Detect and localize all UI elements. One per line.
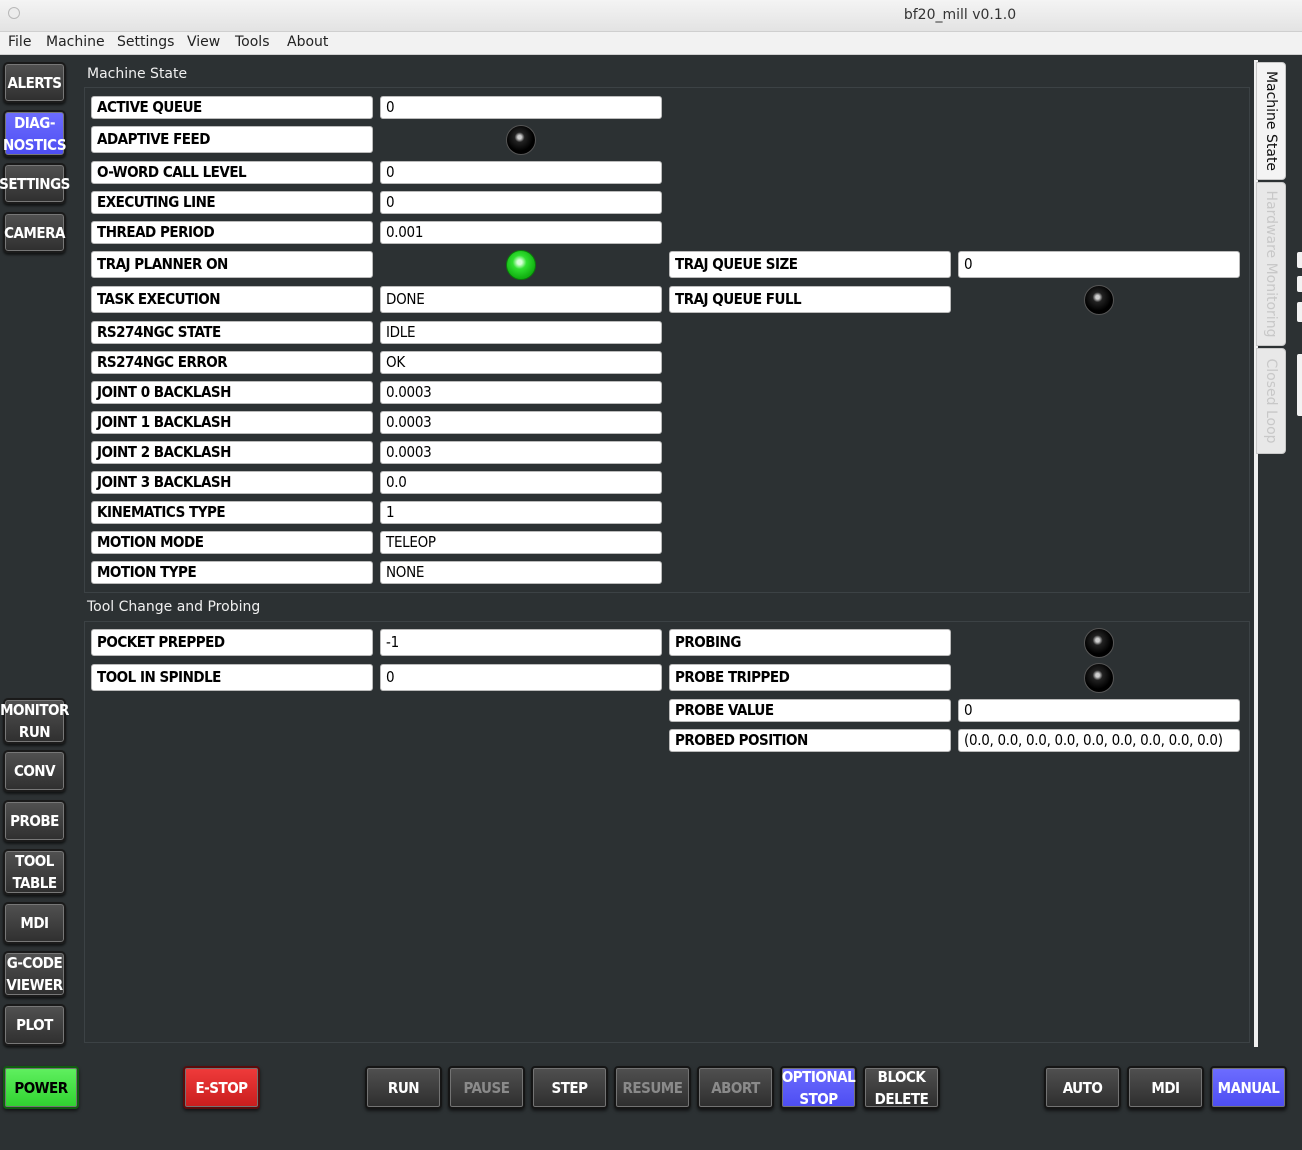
value-joint-0-backlash: 0.0003	[380, 381, 662, 404]
tab-hardware-monitoring[interactable]: Hardware Monitoring	[1256, 182, 1286, 346]
menu-view[interactable]: View	[187, 34, 220, 50]
scroll-edge	[1297, 354, 1302, 416]
label-joint-0-backlash: JOINT 0 BACKLASH	[91, 381, 373, 404]
scroll-edge	[1297, 276, 1302, 292]
tab-machine-state-label: Machine State	[1263, 70, 1279, 172]
scroll-edge	[1297, 302, 1302, 322]
value-joint-3-backlash: 0.0	[380, 471, 662, 494]
value-active-queue: 0	[380, 96, 662, 119]
label-joint-2-backlash: JOINT 2 BACKLASH	[91, 441, 373, 464]
menu-settings[interactable]: Settings	[117, 34, 174, 50]
tab-hardware-monitoring-label: Hardware Monitoring	[1263, 190, 1279, 338]
value-rs274ngc-error: OK	[380, 351, 662, 374]
block-delete-button[interactable]: BLOCK DELETE	[863, 1066, 940, 1109]
nav-g-code-viewer-button[interactable]: G-CODE VIEWER	[3, 951, 66, 997]
label-traj-queue-size: TRAJ QUEUE SIZE	[669, 251, 951, 278]
value-rs274ngc-state: IDLE	[380, 321, 662, 344]
mode-auto-button[interactable]: AUTO	[1044, 1066, 1121, 1109]
value-o-word-call-level: 0	[380, 161, 662, 184]
value-executing-line: 0	[380, 191, 662, 214]
value-motion-mode: TELEOP	[380, 531, 662, 554]
value-motion-type: NONE	[380, 561, 662, 584]
machine-state-title: Machine State	[87, 66, 188, 82]
tab-closed-loop-label: Closed Loop	[1263, 358, 1279, 444]
label-traj-queue-full: TRAJ QUEUE FULL	[669, 286, 951, 313]
abort-button: ABORT	[697, 1066, 774, 1109]
label-rs274ngc-error: RS274NGC ERROR	[91, 351, 373, 374]
value-thread-period: 0.001	[380, 221, 662, 244]
window-close-icon[interactable]	[8, 7, 20, 19]
power-button[interactable]: POWER	[3, 1066, 79, 1109]
nav-mdi-button[interactable]: MDI	[3, 902, 66, 944]
resume-button: RESUME	[614, 1066, 691, 1109]
mode-mdi-button[interactable]: MDI	[1127, 1066, 1204, 1109]
nav-settings-button[interactable]: SETTINGS	[0, 163, 70, 204]
label-joint-3-backlash: JOINT 3 BACKLASH	[91, 471, 373, 494]
label-motion-type: MOTION TYPE	[91, 561, 373, 584]
nav-alerts-button[interactable]: ALERTS	[3, 62, 66, 103]
nav-probe-button[interactable]: PROBE	[3, 800, 66, 842]
label-probed-position: PROBED POSITION	[669, 729, 951, 752]
run-button[interactable]: RUN	[365, 1066, 442, 1109]
value-probe-value: 0	[958, 699, 1240, 722]
menu-tools[interactable]: Tools	[235, 34, 270, 50]
menu-about[interactable]: About	[287, 34, 328, 50]
nav-camera-button[interactable]: CAMERA	[3, 212, 66, 253]
label-o-word-call-level: O-WORD CALL LEVEL	[91, 161, 373, 184]
nav-plot-button[interactable]: PLOT	[3, 1004, 66, 1046]
label-motion-mode: MOTION MODE	[91, 531, 373, 554]
label-pocket-prepped: POCKET PREPPED	[91, 629, 373, 656]
value-traj-queue-size: 0	[958, 251, 1240, 278]
value-tool-in-spindle: 0	[380, 664, 662, 691]
label-kinematics-type: KINEMATICS TYPE	[91, 501, 373, 524]
menu-machine[interactable]: Machine	[46, 34, 105, 50]
label-active-queue: ACTIVE QUEUE	[91, 96, 373, 119]
led-off-icon	[1084, 662, 1114, 693]
value-joint-1-backlash: 0.0003	[380, 411, 662, 434]
value-joint-2-backlash: 0.0003	[380, 441, 662, 464]
window-titlebar: bf20_mill v0.1.0	[0, 0, 1302, 32]
label-joint-1-backlash: JOINT 1 BACKLASH	[91, 411, 373, 434]
value-task-execution: DONE	[380, 286, 662, 313]
label-tool-in-spindle: TOOL IN SPINDLE	[91, 664, 373, 691]
tab-machine-state[interactable]: Machine State	[1256, 62, 1286, 180]
tool-change-title: Tool Change and Probing	[87, 599, 261, 615]
led-off-icon	[506, 124, 536, 155]
label-traj-planner-on: TRAJ PLANNER ON	[91, 251, 373, 278]
nav-tool-table-button[interactable]: TOOL TABLE	[3, 849, 66, 895]
value-pocket-prepped: -1	[380, 629, 662, 656]
value-probed-position: (0.0, 0.0, 0.0, 0.0, 0.0, 0.0, 0.0, 0.0,…	[958, 729, 1240, 752]
scroll-edge	[1297, 252, 1302, 268]
step-button[interactable]: STEP	[531, 1066, 608, 1109]
value-kinematics-type: 1	[380, 501, 662, 524]
nav-conv-button[interactable]: CONV	[3, 750, 66, 792]
pause-button: PAUSE	[448, 1066, 525, 1109]
led-on-icon	[506, 249, 536, 280]
label-probe-value: PROBE VALUE	[669, 699, 951, 722]
label-probing: PROBING	[669, 629, 951, 656]
tab-closed-loop[interactable]: Closed Loop	[1256, 348, 1286, 454]
label-executing-line: EXECUTING LINE	[91, 191, 373, 214]
led-off-icon	[1084, 627, 1114, 658]
nav-diag-nostics-button[interactable]: DIAG- NOSTICS	[3, 110, 67, 157]
label-thread-period: THREAD PERIOD	[91, 221, 373, 244]
led-off-icon	[1084, 284, 1114, 315]
menu-bar: File Machine Settings View Tools About	[0, 32, 1302, 55]
label-task-execution: TASK EXECUTION	[91, 286, 373, 313]
label-probe-tripped: PROBE TRIPPED	[669, 664, 951, 691]
mode-manual-button[interactable]: MANUAL	[1210, 1066, 1287, 1109]
optional-stop-button[interactable]: OPTIONAL STOP	[780, 1066, 857, 1109]
nav-monitor-run-button[interactable]: MONITOR RUN	[0, 698, 69, 744]
label-rs274ngc-state: RS274NGC STATE	[91, 321, 373, 344]
label-adaptive-feed: ADAPTIVE FEED	[91, 126, 373, 153]
menu-file[interactable]: File	[8, 34, 31, 50]
estop-button[interactable]: E-STOP	[183, 1066, 260, 1109]
window-title: bf20_mill v0.1.0	[903, 7, 1017, 23]
